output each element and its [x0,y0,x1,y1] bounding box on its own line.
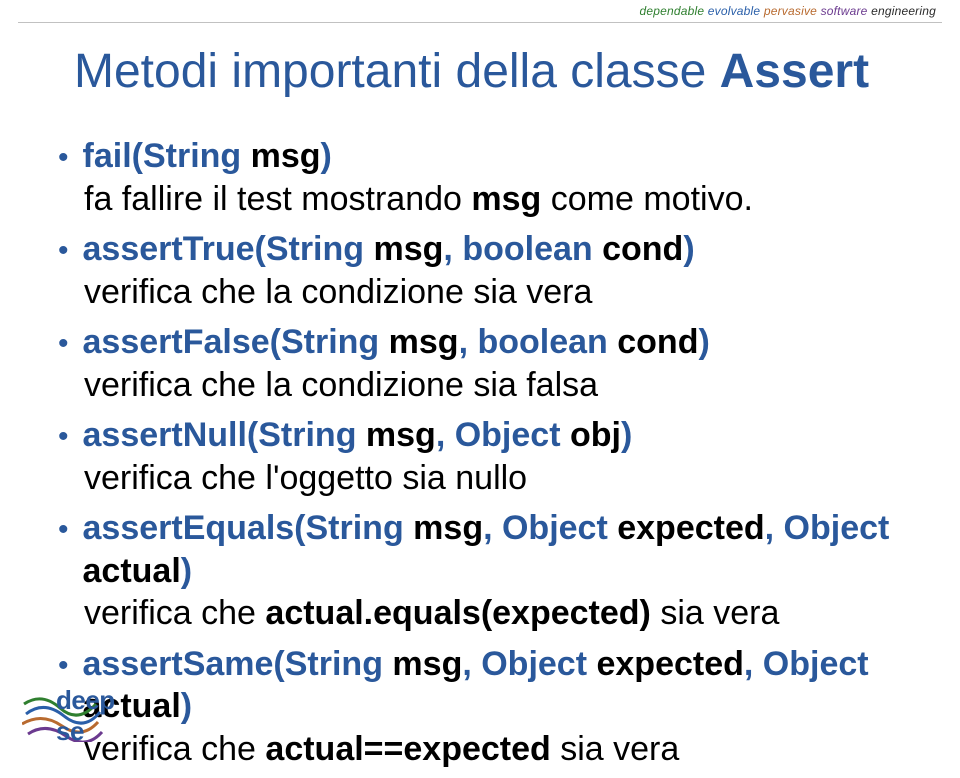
method-description: verifica che actual==expected sia vera [84,728,920,771]
method-signature: assertTrue(String msg, boolean cond) [83,228,695,271]
bullet-icon: • [58,141,69,175]
title-bold: Assert [720,45,869,98]
logo-text: deep se [56,685,140,747]
bullet-row: • assertFalse(String msg, boolean cond) [58,321,920,364]
list-item: • assertSame(String msg, Object expected,… [58,643,920,771]
method-signature: assertSame(String msg, Object expected, … [83,643,920,728]
list-item: • fail(String msg)fa fallire il test most… [58,135,920,220]
bullet-icon: • [58,327,69,361]
title-pre: Metodi importanti della classe [74,45,720,98]
method-signature: assertNull(String msg, Object obj) [83,414,633,457]
method-description: verifica che l'oggetto sia nullo [84,457,920,500]
bullet-list: • fail(String msg)fa fallire il test most… [58,135,920,778]
bullet-icon: • [58,513,69,547]
method-signature: assertEquals(String msg, Object expected… [83,507,920,592]
logo: deep se [22,690,140,747]
bullet-row: • fail(String msg) [58,135,920,178]
method-description: verifica che la condizione sia falsa [84,364,920,407]
bullet-icon: • [58,649,69,683]
bullet-row: • assertNull(String msg, Object obj) [58,414,920,457]
method-signature: fail(String msg) [83,135,332,178]
bullet-row: • assertSame(String msg, Object expected,… [58,643,920,728]
list-item: • assertFalse(String msg, boolean cond)ve… [58,321,920,406]
tagline-word: dependable [640,4,705,18]
method-description: verifica che la condizione sia vera [84,271,920,314]
list-item: • assertEquals(String msg, Object expecte… [58,507,920,635]
tagline-word: engineering [871,4,936,18]
slide-title: Metodi importanti della classe Assert [74,44,869,99]
method-description: verifica che actual.equals(expected) sia… [84,592,920,635]
bullet-icon: • [58,420,69,454]
divider [18,22,942,23]
tagline-word: pervasive [764,4,817,18]
tagline: dependable evolvable pervasive software … [640,4,936,18]
method-signature: assertFalse(String msg, boolean cond) [83,321,710,364]
bullet-row: • assertEquals(String msg, Object expecte… [58,507,920,592]
bullet-icon: • [58,234,69,268]
list-item: • assertTrue(String msg, boolean cond)ver… [58,228,920,313]
list-item: • assertNull(String msg, Object obj)verif… [58,414,920,499]
tagline-word: software [821,4,868,18]
method-description: fa fallire il test mostrando msg come mo… [84,178,920,221]
bullet-row: • assertTrue(String msg, boolean cond) [58,228,920,271]
tagline-word: evolvable [708,4,761,18]
